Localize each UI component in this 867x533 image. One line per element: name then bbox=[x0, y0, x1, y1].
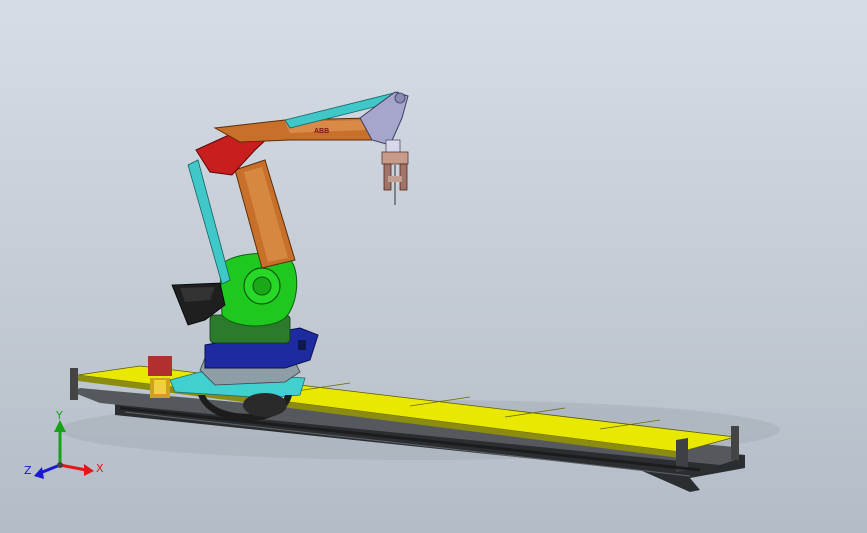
gripper-flange bbox=[381, 151, 409, 165]
triad-y-label: Y bbox=[55, 410, 63, 422]
brand-marking: ABB bbox=[314, 128, 329, 135]
parallel-link-rod bbox=[187, 159, 231, 285]
robot-track-model[interactable]: ABB bbox=[0, 0, 867, 533]
robot-turret[interactable] bbox=[171, 252, 298, 344]
triad-z-label: Z bbox=[24, 464, 32, 477]
coordinate-triad: Y X Z bbox=[24, 410, 104, 479]
graphics-viewport[interactable]: ABB Y X Z bbox=[0, 0, 867, 533]
triad-x-label: X bbox=[96, 462, 104, 475]
track-end-bracket-right bbox=[731, 426, 739, 460]
track-end-bracket-left bbox=[70, 368, 78, 400]
control-box bbox=[148, 356, 172, 376]
gripper[interactable] bbox=[381, 151, 409, 205]
